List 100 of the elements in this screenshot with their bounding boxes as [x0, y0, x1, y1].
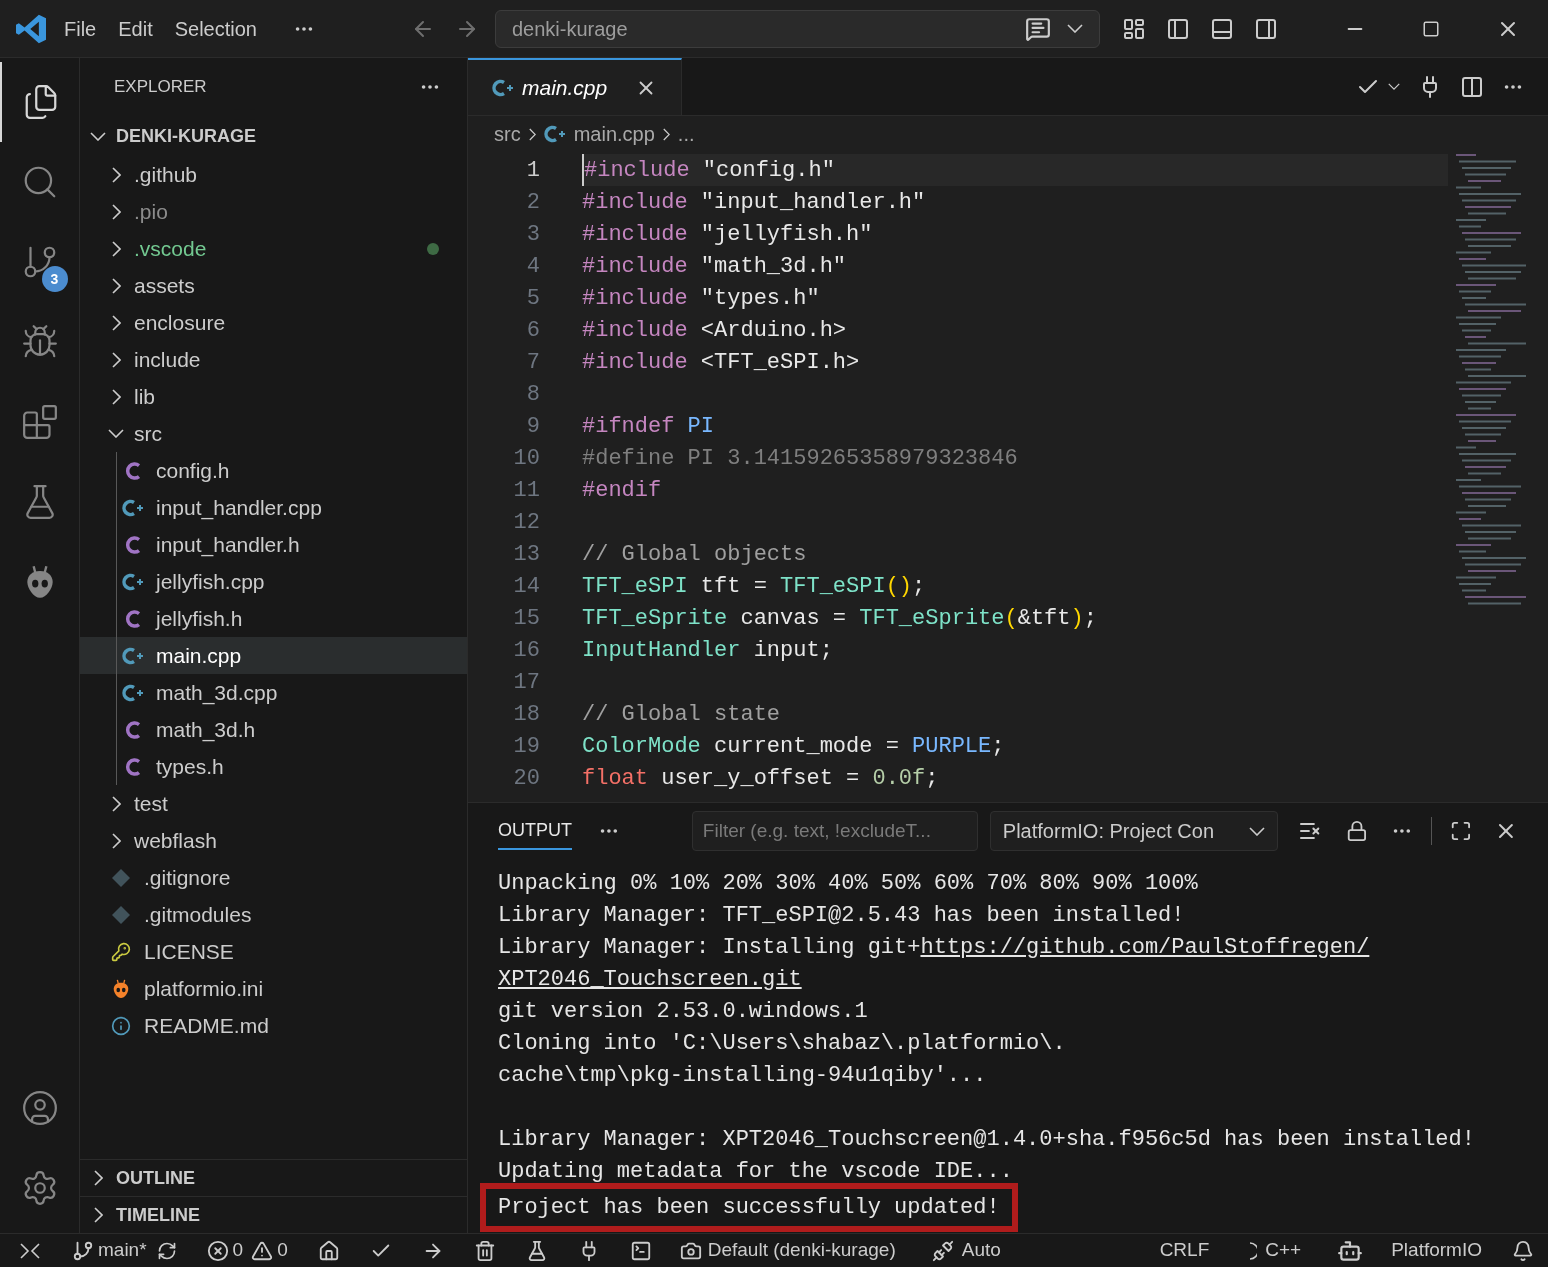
panel-toggle-icon[interactable]	[1210, 16, 1234, 41]
sidebar-toggle-icon[interactable]	[1166, 16, 1190, 41]
folder-row[interactable]: assets	[80, 267, 467, 304]
file-row[interactable]: math_3d.h	[80, 711, 467, 748]
file-name: types.h	[156, 753, 224, 780]
folder-row[interactable]: include	[80, 341, 467, 378]
folder-row[interactable]: lib	[80, 378, 467, 415]
chevron-down-icon[interactable]	[1067, 24, 1083, 33]
chat-icon[interactable]	[1025, 15, 1051, 42]
line-number: 16	[512, 636, 540, 665]
breadcrumb-item[interactable]: main.cpp	[573, 119, 655, 149]
maximize-icon[interactable]	[1422, 19, 1440, 38]
warning-count[interactable]: 0	[277, 1236, 288, 1265]
language-label[interactable]: C++	[1265, 1236, 1302, 1265]
file-row[interactable]: jellyfish.cpp	[80, 563, 467, 600]
chevron-right-icon	[93, 1207, 103, 1223]
root-folder-row[interactable]: DENKI-KURAGE	[80, 116, 467, 156]
diamond-icon	[111, 867, 131, 888]
environment-label[interactable]: Default (denki-kurage)	[707, 1236, 896, 1265]
error-icon[interactable]	[206, 1239, 229, 1262]
layout-icon[interactable]	[1122, 16, 1146, 41]
file-row[interactable]: jellyfish.h	[80, 600, 467, 637]
panel-tab[interactable]: OUTPUT	[498, 812, 572, 850]
command-center[interactable]: denki-kurage	[495, 9, 1100, 48]
code-line: #include "jellyfish.h"	[582, 220, 874, 249]
line-number: 13	[512, 540, 540, 569]
secondary-sidebar-icon[interactable]	[1254, 16, 1278, 41]
diamond-icon	[111, 904, 131, 925]
remote-icon[interactable]	[20, 1242, 40, 1259]
line-number: 18	[512, 700, 540, 729]
error-count[interactable]: 0	[232, 1236, 244, 1265]
breadcrumb-item[interactable]: src	[494, 119, 521, 149]
menu-item[interactable]: Selection	[174, 13, 257, 44]
platformio-label[interactable]: PlatformIO	[1391, 1236, 1482, 1265]
line-number: 4	[525, 252, 540, 281]
file-row[interactable]: input_handler.cpp	[80, 489, 467, 526]
line-number: 19	[512, 732, 540, 761]
output-line: Unpacking 0% 10% 20% 30% 40% 50% 60% 70% 80% 90% 100%	[498, 869, 1198, 898]
line-ending-label[interactable]: CRLF	[1159, 1236, 1210, 1265]
file-row[interactable]: .gitignore	[80, 859, 467, 896]
output-link[interactable]: XPT2046_Touchscreen.git	[498, 962, 802, 996]
menu-item[interactable]: File	[64, 13, 97, 44]
code-line: #include "math_3d.h"	[582, 252, 848, 281]
file-row[interactable]: .gitmodules	[80, 896, 467, 933]
terminal-icon[interactable]	[629, 1239, 652, 1262]
file-name: .gitignore	[144, 864, 231, 891]
account-icon[interactable]	[20, 1089, 59, 1127]
plug-icon[interactable]	[931, 1239, 954, 1262]
file-row[interactable]: math_3d.cpp	[80, 674, 467, 711]
folder-row[interactable]: .github	[80, 156, 467, 193]
chevron-down-icon[interactable]	[1388, 83, 1400, 90]
file-row[interactable]: input_handler.h	[80, 526, 467, 563]
file-name: jellyfish.h	[156, 605, 243, 632]
brace-icon[interactable]	[1249, 1241, 1258, 1260]
file-name: LICENSE	[144, 938, 234, 965]
sync-icon[interactable]	[156, 1240, 177, 1261]
folder-row[interactable]: .pio	[80, 193, 467, 230]
line-number: 14	[512, 572, 540, 601]
folder-row[interactable]: .vscode	[80, 230, 467, 267]
file-row[interactable]: main.cpp	[80, 637, 467, 674]
file-name: main.cpp	[156, 642, 242, 669]
file-name: lib	[134, 383, 155, 410]
breadcrumb-item[interactable]: ...	[677, 119, 695, 149]
file-row[interactable]: platformio.ini	[80, 970, 467, 1007]
branch-button[interactable]: main*	[98, 1236, 147, 1265]
home-icon[interactable]	[317, 1239, 340, 1262]
c-file-icon	[125, 720, 141, 739]
code-line: #include "types.h"	[582, 284, 821, 313]
bell-icon[interactable]	[1512, 1239, 1534, 1262]
output-link[interactable]: https://github.com/PaulStoffregen/	[920, 934, 1370, 960]
folder-row[interactable]: test	[80, 785, 467, 822]
file-name: .pio	[134, 198, 168, 225]
line-number: 1	[525, 156, 540, 185]
folder-row[interactable]: webflash	[80, 822, 467, 859]
editor-tab[interactable]: main.cpp	[468, 58, 683, 115]
chevron-down-icon	[90, 131, 106, 141]
menu-item[interactable]: Edit	[118, 13, 153, 44]
section-header[interactable]: OUTLINE	[80, 1159, 467, 1196]
channel-dropdown[interactable]: PlatformIO: Project Con	[989, 811, 1278, 851]
file-row[interactable]: config.h	[80, 452, 467, 489]
file-name: math_3d.cpp	[156, 679, 278, 707]
code-line: // Global state	[582, 700, 782, 729]
folder-row[interactable]: src	[80, 415, 467, 452]
folder-row[interactable]: enclosure	[80, 304, 467, 341]
branch-icon[interactable]	[72, 1239, 94, 1262]
file-row[interactable]: LICENSE	[80, 933, 467, 970]
filter-field[interactable]: Filter (e.g. text, !excludeT...	[691, 811, 978, 851]
lock-icon[interactable]	[1345, 820, 1368, 842]
info-icon	[111, 1015, 131, 1036]
port-label[interactable]: Auto	[961, 1236, 1001, 1265]
blocks-icon[interactable]	[20, 403, 59, 441]
line-number: 10	[512, 444, 540, 473]
line-number: 6	[525, 316, 540, 345]
trash-icon[interactable]	[473, 1239, 496, 1262]
split-editor-icon[interactable]	[1460, 74, 1484, 99]
file-row[interactable]: types.h	[80, 748, 467, 785]
maximize-panel-icon[interactable]	[1450, 820, 1473, 842]
file-row[interactable]: README.md	[80, 1007, 467, 1044]
warning-icon[interactable]	[251, 1239, 274, 1262]
count-badge: 3	[41, 266, 68, 292]
